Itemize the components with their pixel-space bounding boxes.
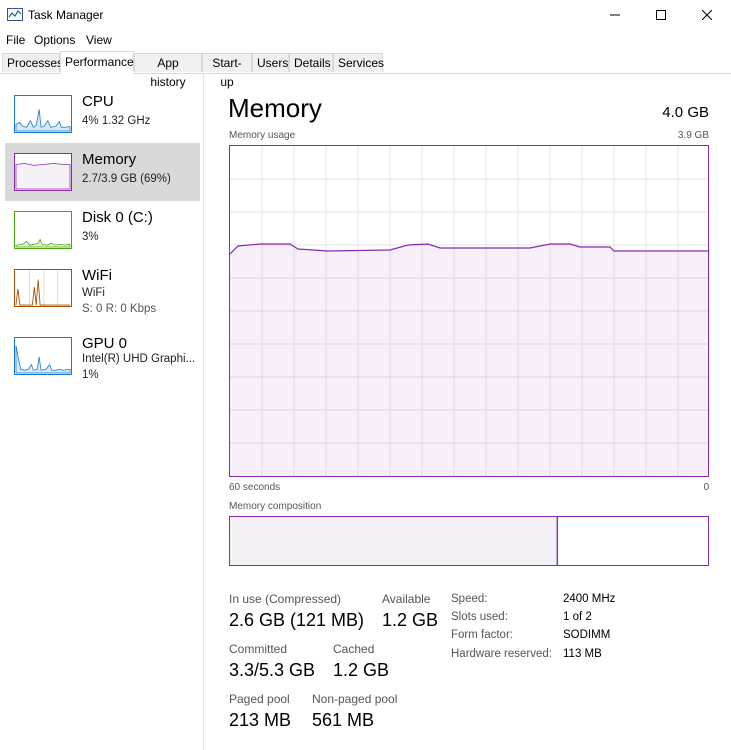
tab-services[interactable]: Services xyxy=(333,53,384,72)
menu-view[interactable]: View xyxy=(86,33,112,47)
minimize-icon xyxy=(610,14,620,16)
sidebar-item-label: Memory xyxy=(82,151,137,168)
paged-pool-value: 213 MB xyxy=(229,710,292,730)
maximize-button[interactable] xyxy=(638,0,684,30)
menu-options[interactable]: Options xyxy=(34,33,75,47)
maximize-icon xyxy=(656,10,666,20)
committed-value: 3.3/5.3 GB xyxy=(229,660,316,680)
spec-speed-value: 2400 MHz xyxy=(563,593,616,605)
tab-users[interactable]: Users xyxy=(252,53,289,72)
wifi-thumbnail-graph xyxy=(14,269,72,307)
memory-usage-max: 3.9 GB xyxy=(677,130,709,141)
sidebar-item-label: GPU 0 xyxy=(82,335,128,352)
sidebar-item-detail: Intel(R) UHD Graphi... xyxy=(82,353,196,365)
tab-processes[interactable]: Processes xyxy=(2,53,63,72)
tab-performance[interactable]: Performance xyxy=(60,51,134,74)
memory-thumbnail-graph xyxy=(14,153,72,191)
non-paged-pool-value: 561 MB xyxy=(312,710,375,730)
close-button[interactable] xyxy=(684,0,730,30)
menu-bar: File Options View xyxy=(0,30,731,50)
sidebar-item-detail: 3% xyxy=(82,231,99,243)
sidebar-item-cpu[interactable]: CPU 4% 1.32 GHz xyxy=(5,85,200,143)
cpu-thumbnail-graph xyxy=(14,95,72,133)
page-title: Memory xyxy=(228,93,322,123)
sidebar-item-label: Disk 0 (C:) xyxy=(82,209,153,226)
sidebar-item-utilization: 1% xyxy=(82,369,99,381)
in-use-label: In use (Compressed) xyxy=(229,592,342,606)
window-title: Task Manager xyxy=(28,8,104,22)
memory-panel: Memory 4.0 GB Memory usage 3.9 GB 60 sec… xyxy=(204,73,731,750)
sidebar-item-label: WiFi xyxy=(82,267,112,284)
sidebar-item-label: CPU xyxy=(82,93,114,110)
composition-modified xyxy=(557,517,558,565)
sidebar-item-detail: 4% 1.32 GHz xyxy=(82,115,151,127)
cached-label: Cached xyxy=(333,642,375,656)
spec-speed-label: Speed: xyxy=(451,593,488,605)
sidebar: CPU 4% 1.32 GHz Memory 2.7/3.9 GB (69%) … xyxy=(0,73,204,750)
sidebar-item-detail: WiFi xyxy=(82,287,105,299)
tab-strip: Processes Performance App history Start-… xyxy=(0,51,731,89)
memory-total: 4.0 GB xyxy=(662,104,709,121)
sidebar-item-memory[interactable]: Memory 2.7/3.9 GB (69%) xyxy=(5,143,200,201)
sidebar-item-throughput: S: 0 R: 0 Kbps xyxy=(82,303,157,315)
menu-file[interactable]: File xyxy=(6,33,25,47)
spec-hardware-reserved-label: Hardware reserved: xyxy=(451,648,552,660)
time-span-label: 60 seconds xyxy=(229,482,281,493)
sidebar-item-gpu[interactable]: GPU 0 Intel(R) UHD Graphi... 1% xyxy=(5,327,200,385)
composition-in-use xyxy=(230,517,557,565)
spec-slots-value: 1 of 2 xyxy=(563,611,592,623)
memory-usage-label: Memory usage xyxy=(229,130,296,141)
sidebar-item-detail: 2.7/3.9 GB (69%) xyxy=(82,173,171,185)
available-label: Available xyxy=(382,592,431,606)
sidebar-item-disk[interactable]: Disk 0 (C:) 3% xyxy=(5,201,200,259)
spec-hardware-reserved-value: 113 MB xyxy=(563,648,602,660)
paged-pool-label: Paged pool xyxy=(229,692,290,706)
disk-thumbnail-graph xyxy=(14,211,72,249)
tab-startup[interactable]: Start-up xyxy=(202,53,252,89)
spec-form-factor-value: SODIMM xyxy=(563,629,611,641)
tab-details[interactable]: Details xyxy=(289,53,333,72)
close-icon xyxy=(702,10,712,20)
gpu-thumbnail-graph xyxy=(14,337,72,375)
tab-app-history[interactable]: App history xyxy=(134,53,202,89)
task-manager-icon xyxy=(7,8,23,21)
title-bar: Task Manager xyxy=(0,0,731,30)
available-value: 1.2 GB xyxy=(382,610,439,630)
spec-slots-label: Slots used: xyxy=(451,611,508,623)
committed-label: Committed xyxy=(229,642,288,656)
time-end-label: 0 xyxy=(703,482,709,493)
sidebar-item-wifi[interactable]: WiFi WiFi S: 0 R: 0 Kbps xyxy=(5,259,200,317)
memory-usage-graph xyxy=(229,145,709,477)
memory-composition-bar xyxy=(229,516,709,566)
non-paged-pool-label: Non-paged pool xyxy=(312,692,398,706)
in-use-value: 2.6 GB (121 MB) xyxy=(229,610,365,630)
cached-value: 1.2 GB xyxy=(333,660,390,680)
minimize-button[interactable] xyxy=(592,0,638,30)
spec-form-factor-label: Form factor: xyxy=(451,629,513,641)
memory-composition-label: Memory composition xyxy=(229,501,322,512)
